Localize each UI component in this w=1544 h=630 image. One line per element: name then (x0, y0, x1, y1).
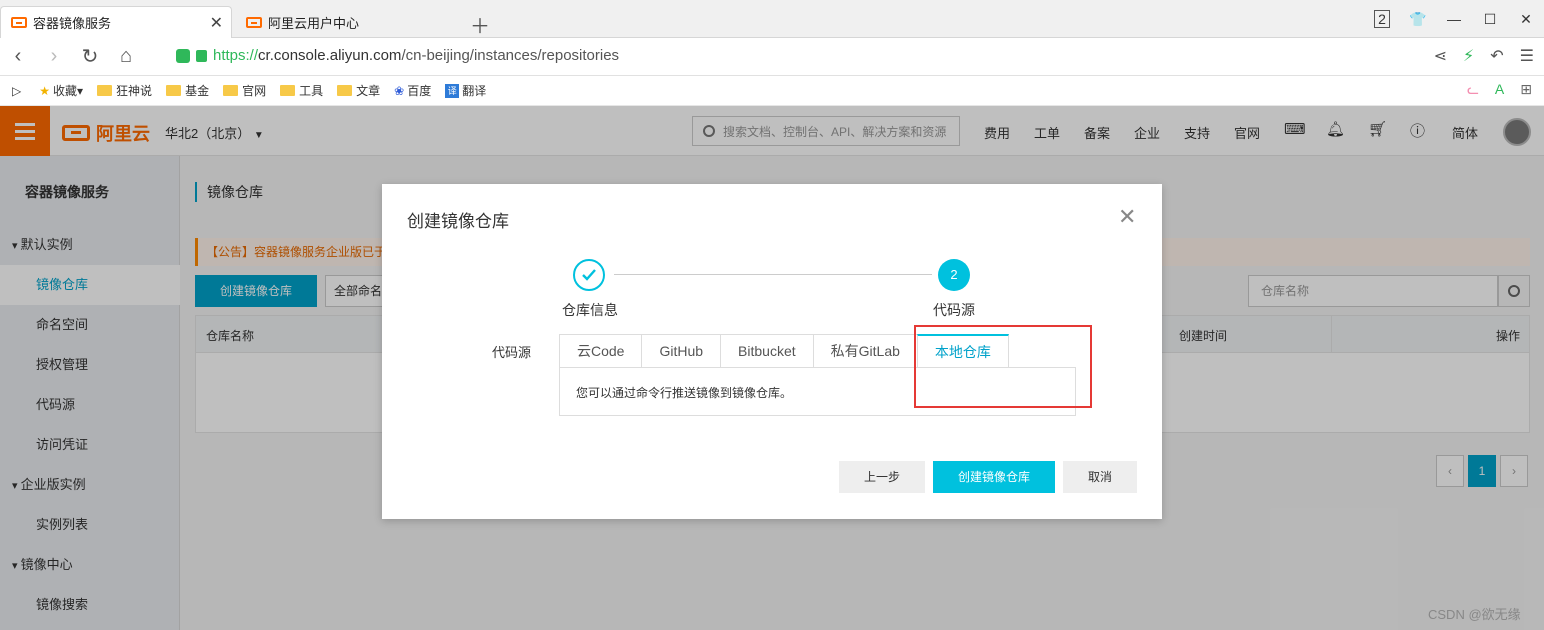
close-window-icon[interactable]: ✕ (1508, 11, 1544, 28)
aliyun-logo-icon (246, 16, 262, 28)
tab-count-badge[interactable]: 2 (1364, 10, 1400, 28)
bookmark-favorites[interactable]: ★ 收藏 ▾ (39, 82, 83, 99)
code-source-label: 代码源 (492, 345, 532, 360)
bookmark-folder[interactable]: 工具 (280, 82, 323, 99)
lock-icon (196, 49, 207, 62)
bookmarks-right-tools: ᓚ A ⊞ (1467, 81, 1532, 98)
tab-github[interactable]: GitHub (641, 334, 721, 368)
home-icon[interactable]: ⌂ (108, 45, 144, 68)
browser-tab-user-center[interactable]: 阿里云用户中心 (236, 6, 462, 38)
grid-icon[interactable]: ⊞ (1520, 81, 1532, 98)
address-bar: ‹ › ↻ ⌂ https://cr.console.aliyun.com/cn… (0, 38, 1544, 76)
share-icon[interactable]: ⋖ (1434, 46, 1447, 66)
step-1-label: 仓库信息 (562, 302, 618, 318)
step-1-indicator (573, 259, 605, 291)
url-field[interactable]: https://cr.console.aliyun.com/cn-beijing… (176, 47, 619, 64)
close-tab-icon[interactable]: ✕ (210, 13, 223, 33)
new-tab-icon[interactable]: ＋ (470, 10, 490, 39)
bookmark-folder[interactable]: 文章 (337, 82, 380, 99)
create-repository-submit-button[interactable]: 创建镜像仓库 (933, 461, 1055, 493)
star-icon: ★ (39, 83, 50, 98)
bookmark-folder[interactable]: 基金 (166, 82, 209, 99)
bookmarks-bar: ▷ ★ 收藏 ▾ 狂神说 基金 官网 工具 文章 ❀ 百度 译翻译 ᓚ A ⊞ (0, 76, 1544, 106)
folder-icon (337, 85, 353, 96)
shield-icon (176, 48, 190, 63)
menu-icon[interactable]: ☰ (1520, 46, 1534, 66)
aliyun-logo-icon (11, 17, 27, 28)
maximize-icon[interactable]: ☐ (1472, 11, 1508, 28)
folder-icon (166, 85, 182, 96)
browser-tab-label: 容器镜像服务 (33, 16, 112, 31)
skin-icon[interactable]: 👕 (1400, 11, 1436, 28)
url-path: /cn-beijing/instances/repositories (401, 47, 620, 64)
tab-bitbucket[interactable]: Bitbucket (720, 334, 813, 368)
reload-icon[interactable]: ↻ (72, 44, 108, 69)
previous-step-button[interactable]: 上一步 (839, 461, 925, 493)
bookmark-baidu[interactable]: ❀ 百度 (394, 82, 431, 99)
folder-icon (280, 85, 296, 96)
bookmark-translate[interactable]: 译翻译 (445, 82, 486, 99)
forward-icon[interactable]: › (36, 45, 72, 68)
url-host: cr.console.aliyun.com (258, 47, 402, 64)
sidebar-toggle-icon[interactable]: ▷ (12, 84, 21, 98)
cat-icon[interactable]: ᓚ (1467, 81, 1479, 98)
address-bar-actions: ⋖ ⚡ ↶ ☰ (1434, 46, 1534, 66)
bookmark-folder[interactable]: 狂神说 (97, 82, 152, 99)
undo-icon[interactable]: ↶ (1490, 46, 1503, 66)
tab-private-gitlab[interactable]: 私有GitLab (812, 334, 917, 368)
translate-icon: 译 (445, 83, 460, 98)
tab-yun-code[interactable]: 云Code (559, 334, 642, 368)
back-icon[interactable]: ‹ (0, 45, 36, 68)
cancel-button[interactable]: 取消 (1063, 461, 1137, 493)
close-icon[interactable]: ✕ (1118, 206, 1136, 228)
check-icon (582, 269, 596, 281)
lightning-icon[interactable]: ⚡ (1463, 46, 1474, 66)
browser-tab-label: 阿里云用户中心 (268, 15, 360, 31)
bookmark-folder[interactable]: 官网 (223, 82, 266, 99)
folder-icon (223, 85, 239, 96)
folder-icon (97, 85, 113, 96)
url-scheme: https:// (213, 47, 259, 64)
minimize-icon[interactable]: — (1436, 11, 1472, 27)
dialog-title: 创建镜像仓库 (407, 212, 509, 231)
annotation-highlight-box (914, 325, 1092, 408)
create-repository-dialog: 创建镜像仓库 ✕ 2 仓库信息 代码源 代码源 云Code GitHub Bit… (382, 184, 1162, 519)
step-connector (614, 274, 932, 275)
window-controls: 2 👕 — ☐ ✕ (1364, 0, 1544, 38)
step-2-indicator: 2 (938, 259, 970, 291)
browser-tab-bar: 容器镜像服务 ✕ 阿里云用户中心 ＋ 2 👕 — ☐ ✕ (0, 0, 1544, 38)
browser-tab-container-registry[interactable]: 容器镜像服务 ✕ (0, 6, 232, 38)
paw-icon: ❀ (394, 83, 405, 98)
extension-icon[interactable]: A (1495, 81, 1504, 98)
watermark: CSDN @欲无缘 (1428, 607, 1521, 622)
step-2-label: 代码源 (933, 302, 975, 318)
